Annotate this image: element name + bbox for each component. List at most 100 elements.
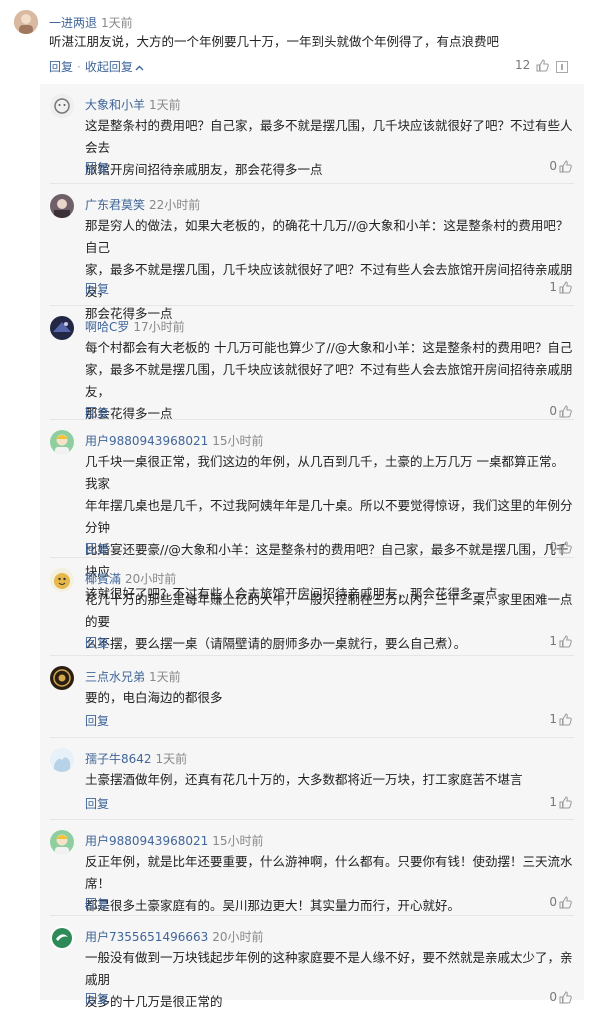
like-button[interactable]: 1 xyxy=(549,795,572,809)
reply-author[interactable]: 用户7355651496663 20小时前 xyxy=(85,928,264,945)
like-button[interactable]: 1 xyxy=(549,712,572,726)
author-name[interactable]: 孺子牛8642 xyxy=(85,752,152,766)
reply-text: 花几十万的那些是每年赚上亿的大牛，一般人控制在三万以内，三千一桌，家里困难一点的… xyxy=(85,589,575,655)
reply-time: 15小时前 xyxy=(212,434,264,448)
like-button[interactable]: 1 xyxy=(549,280,572,294)
user-avatar-icon xyxy=(50,748,74,772)
reply-author[interactable]: 椰賓滿 20小时前 xyxy=(85,570,176,587)
reply-button[interactable]: 回复 xyxy=(85,634,109,651)
reply-button[interactable]: 回复 xyxy=(85,712,109,729)
reply-author[interactable]: 广东君莫笑 22小时前 xyxy=(85,196,200,213)
user-avatar-icon xyxy=(50,94,74,118)
user-avatar-icon xyxy=(14,10,38,34)
author-name[interactable]: 椰賓滿 xyxy=(85,572,121,586)
like-button[interactable]: 0 xyxy=(549,895,572,909)
author-name[interactable]: 一进两退 xyxy=(49,16,97,30)
reply-button[interactable]: 回复 xyxy=(85,159,109,176)
reply-text-line: 每个村都会有大老板的 十几万可能也算少了//@大象和小羊：这是整条村的费用吧？自… xyxy=(85,340,573,355)
author-name[interactable]: 用户9880943968021 xyxy=(85,434,208,448)
reply-text: 每个村都会有大老板的 十几万可能也算少了//@大象和小羊：这是整条村的费用吧？自… xyxy=(85,337,575,425)
reply-button[interactable]: 回复 xyxy=(85,280,109,297)
reply-item: 椰賓滿 20小时前 花几十万的那些是每年赚上亿的大牛，一般人控制在三万以内，三千一… xyxy=(40,558,584,656)
like-button[interactable]: 12 xyxy=(515,58,549,72)
reply-text: 土豪摆酒做年例，还真有花几十万的，大多数都将近一万块，打工家庭苦不堪言 xyxy=(85,769,575,791)
reply-text: 要的，电白海边的都很多 xyxy=(85,687,575,709)
reply-time: 17小时前 xyxy=(133,320,185,334)
comment-thread: 一进两退 1天前 听湛江朋友说，大方的一个年例要几十万，一年到头就做个年例得了，有… xyxy=(0,0,607,1009)
reply-time: 20小时前 xyxy=(125,572,177,586)
reply-button[interactable]: 回复 xyxy=(85,795,109,812)
like-count: 12 xyxy=(515,58,531,72)
thumbs-up-icon[interactable] xyxy=(559,405,572,418)
like-count: 0 xyxy=(549,540,557,554)
reply-author[interactable]: 啊哈C罗 17小时前 xyxy=(85,318,185,335)
reply-author[interactable]: 孺子牛8642 1天前 xyxy=(85,750,187,767)
author-name[interactable]: 大象和小羊 xyxy=(85,98,145,112)
like-count: 0 xyxy=(549,159,557,173)
avatar[interactable] xyxy=(50,748,74,772)
like-count: 1 xyxy=(549,795,557,809)
reply-text-line: 家，最多不就是摆几围，几千块应该就很好了吧？不过有些人会去旅馆开房间招待亲戚朋友… xyxy=(85,362,573,399)
like-count: 0 xyxy=(549,404,557,418)
thumbs-up-icon[interactable] xyxy=(559,896,572,909)
thumbs-up-icon[interactable] xyxy=(559,991,572,1004)
reply-button[interactable]: 回复 xyxy=(85,990,109,1007)
avatar[interactable] xyxy=(14,10,38,34)
reply-text: 这是整条村的费用吧？自己家，最多不就是摆几围，几千块应该就很好了吧？不过有些人会… xyxy=(85,115,575,181)
like-button[interactable]: 0 xyxy=(549,990,572,1004)
thumbs-up-icon[interactable] xyxy=(536,59,549,72)
avatar[interactable] xyxy=(50,666,74,690)
thumbs-up-icon[interactable] xyxy=(559,713,572,726)
chevron-up-icon[interactable] xyxy=(135,65,144,71)
like-button[interactable]: 0 xyxy=(549,159,572,173)
author-name[interactable]: 用户7355651496663 xyxy=(85,930,208,944)
reply-button[interactable]: 回复 xyxy=(49,60,73,74)
avatar[interactable] xyxy=(50,316,74,340)
avatar[interactable] xyxy=(50,194,74,218)
thumbs-up-icon[interactable] xyxy=(559,541,572,554)
collapse-replies-button[interactable]: 收起回复 xyxy=(85,60,133,74)
avatar[interactable] xyxy=(50,430,74,454)
like-button[interactable]: 0 xyxy=(549,540,572,554)
reply-text-line: 旅馆开房间招待亲戚朋友，那会花得多一点 xyxy=(85,162,323,177)
reply-text-line: 土豪摆酒做年例，还真有花几十万的，大多数都将近一万块，打工家庭苦不堪言 xyxy=(85,772,523,787)
avatar[interactable] xyxy=(50,94,74,118)
reply-item: 用户9880943968021 15小时前 几千块一桌很正常，我们这边的年例，从几… xyxy=(40,420,584,601)
comment-author[interactable]: 一进两退 1天前 xyxy=(49,14,133,31)
reply-text-line: 年年摆几桌也是几千，不过我阿姨年年是几十桌。所以不要觉得惊讶，我们这里的年例分分… xyxy=(85,498,573,535)
report-icon[interactable] xyxy=(556,61,568,73)
comment-text: 听湛江朋友说，大方的一个年例要几十万，一年到头就做个年例得了，有点浪费吧 xyxy=(49,34,500,49)
like-count: 1 xyxy=(549,634,557,648)
like-button[interactable]: 1 xyxy=(549,634,572,648)
like-count: 1 xyxy=(549,712,557,726)
reply-item: 三点水兄弟 1天前 要的，电白海边的都很多 回复 1 xyxy=(40,656,584,738)
avatar[interactable] xyxy=(50,568,74,592)
reply-item: 孺子牛8642 1天前 土豪摆酒做年例，还真有花几十万的，大多数都将近一万块，打工… xyxy=(40,738,584,820)
author-name[interactable]: 广东君莫笑 xyxy=(85,198,145,212)
reply-author[interactable]: 大象和小羊 1天前 xyxy=(85,96,181,113)
author-name[interactable]: 啊哈C罗 xyxy=(85,320,129,334)
thumbs-up-icon[interactable] xyxy=(559,160,572,173)
like-count: 1 xyxy=(549,280,557,294)
reply-text-line: 都是很多土豪家庭有的。吴川那边更大！其实量力而行，开心就好。 xyxy=(85,898,461,913)
reply-text: 一般没有做到一万块钱起步年例的这种家庭要不是人缘不好，要不然就是亲戚太少了，亲戚… xyxy=(85,947,575,1013)
avatar[interactable] xyxy=(50,830,74,854)
like-button[interactable]: 0 xyxy=(549,404,572,418)
thumbs-up-icon[interactable] xyxy=(559,281,572,294)
reply-author[interactable]: 用户9880943968021 15小时前 xyxy=(85,432,264,449)
user-avatar-icon xyxy=(50,830,74,854)
reply-item: 大象和小羊 1天前 这是整条村的费用吧？自己家，最多不就是摆几围，几千块应该就很好… xyxy=(40,84,584,184)
author-name[interactable]: 三点水兄弟 xyxy=(85,670,145,684)
reply-button[interactable]: 回复 xyxy=(85,895,109,912)
reply-text-line: 这是整条村的费用吧？自己家，最多不就是摆几围，几千块应该就很好了吧？不过有些人会… xyxy=(85,118,573,155)
reply-author[interactable]: 用户9880943968021 15小时前 xyxy=(85,832,264,849)
comment-time: 1天前 xyxy=(101,16,133,30)
reply-item: 广东君莫笑 22小时前 那是穷人的做法，如果大老板的，的确花十几万//@大象和小羊… xyxy=(40,184,584,321)
avatar[interactable] xyxy=(50,926,74,950)
reply-text-line: 要的，电白海边的都很多 xyxy=(85,690,223,705)
reply-button[interactable]: 回复 xyxy=(85,540,109,557)
thumbs-up-icon[interactable] xyxy=(559,796,572,809)
thumbs-up-icon[interactable] xyxy=(559,635,572,648)
reply-author[interactable]: 三点水兄弟 1天前 xyxy=(85,668,181,685)
author-name[interactable]: 用户9880943968021 xyxy=(85,834,208,848)
